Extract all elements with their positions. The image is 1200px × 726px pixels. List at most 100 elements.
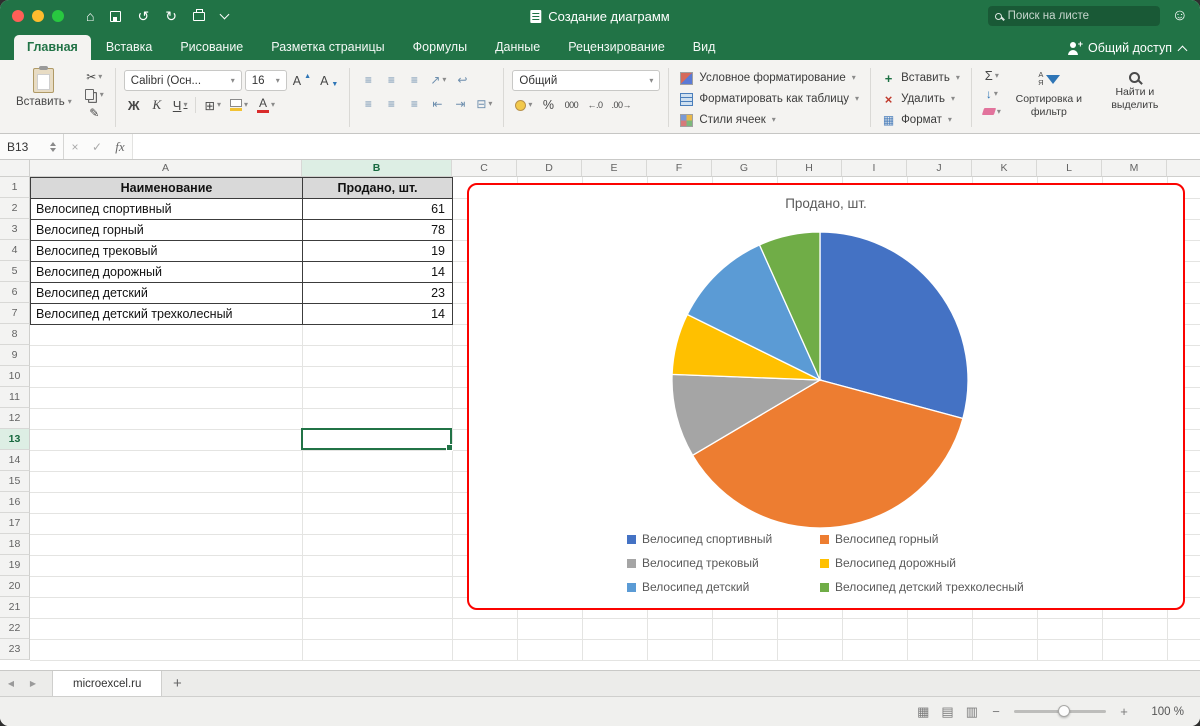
row-header[interactable]: 3 [0,219,30,240]
share-button[interactable]: + Общий доступ [1066,41,1186,60]
legend-item[interactable]: Велосипед детский [627,580,749,594]
bold-button[interactable]: Ж [124,95,144,115]
wrap-text-button[interactable]: ↩ [452,70,472,90]
find-select-button[interactable]: Найти и выделить [1094,66,1176,113]
column-header[interactable]: K [972,160,1037,177]
ribbon-tab[interactable]: Рецензирование [555,35,678,60]
toolbar-options-chevron-icon[interactable] [221,14,228,18]
row-header[interactable]: 10 [0,366,30,387]
legend-item[interactable]: Велосипед детский трехколесный [820,580,1024,594]
row-header[interactable]: 21 [0,597,30,618]
row-header[interactable]: 12 [0,408,30,429]
sheet-tab[interactable]: microexcel.ru [52,671,162,696]
grow-font-button[interactable]: А▲ [290,71,314,91]
close-button[interactable] [12,10,24,22]
fill-color-button[interactable]: ▾ [227,95,251,115]
copy-button[interactable]: ▾ [82,86,107,103]
column-header[interactable]: G [712,160,777,177]
ribbon-tab[interactable]: Формулы [400,35,480,60]
legend-item[interactable]: Велосипед дорожный [820,556,956,570]
column-header[interactable]: F [647,160,712,177]
table-cell-name[interactable]: Велосипед детский трехколесный [31,304,303,325]
table-cell-qty[interactable]: 14 [303,304,453,325]
row-header[interactable]: 5 [0,261,30,282]
insert-cells-button[interactable]: + Вставить▾ [879,69,963,87]
cut-button[interactable]: ✂▾ [82,68,107,85]
font-name-select[interactable]: Calibri (Осн...▾ [124,70,242,91]
active-cell-selection[interactable] [301,428,452,450]
align-right-button[interactable]: ≡ [404,94,424,114]
row-header[interactable]: 17 [0,513,30,534]
table-cell-name[interactable]: Велосипед горный [31,220,303,241]
page-layout-view-icon[interactable]: ▤ [941,704,953,720]
confirm-entry-icon[interactable]: ✓ [86,140,108,154]
print-icon[interactable] [193,12,205,21]
column-header[interactable]: E [582,160,647,177]
paste-button[interactable]: Вставить▾ [12,66,76,110]
increase-decimal-button[interactable]: ←.0 [584,95,605,115]
borders-button[interactable]: ⊞▾ [201,95,224,115]
table-cell-name[interactable]: Велосипед дорожный [31,262,303,283]
row-header[interactable]: 16 [0,492,30,513]
merge-center-button[interactable]: ⊟▾ [473,94,495,114]
table-cell-qty[interactable]: 61 [303,199,453,220]
home-icon[interactable]: ⌂ [86,9,94,23]
align-top-button[interactable]: ≡ [358,70,378,90]
feedback-smiley-icon[interactable]: ☺ [1172,7,1188,25]
align-bottom-button[interactable]: ≡ [404,70,424,90]
sheet-nav-right-icon[interactable]: ▶ [22,671,44,696]
increase-indent-button[interactable]: ⇥ [450,94,470,114]
row-header[interactable]: 15 [0,471,30,492]
cell-styles-button[interactable]: Стили ячеек▾ [677,111,862,129]
add-sheet-button[interactable]: + [162,671,192,696]
column-header[interactable]: M [1102,160,1167,177]
accounting-format-button[interactable]: ▾ [512,95,535,115]
table-header-cell[interactable]: Продано, шт. [303,178,453,199]
thousands-format-button[interactable]: 000 [561,95,581,115]
table-cell-name[interactable]: Велосипед трековый [31,241,303,262]
legend-item[interactable]: Велосипед спортивный [627,532,772,546]
column-header[interactable]: J [907,160,972,177]
cancel-entry-icon[interactable]: × [64,140,86,154]
italic-button[interactable]: К [147,95,167,115]
table-cell-name[interactable]: Велосипед детский [31,283,303,304]
column-header[interactable]: H [777,160,842,177]
spreadsheet-grid[interactable]: ABCDEFGHIJKLM 12345678910111213141516171… [0,160,1200,670]
save-icon[interactable] [110,11,121,22]
ribbon-tab[interactable]: Разметка страницы [258,35,397,60]
zoom-in-icon[interactable]: + [1118,704,1130,719]
sheet-nav-left-icon[interactable]: ◀ [0,671,22,696]
ribbon-tab[interactable]: Вид [680,35,729,60]
row-header[interactable]: 18 [0,534,30,555]
page-break-view-icon[interactable]: ▥ [966,704,978,720]
search-box[interactable] [988,6,1160,26]
normal-view-icon[interactable]: ▦ [917,704,929,720]
row-header[interactable]: 11 [0,387,30,408]
formula-input[interactable] [132,134,1200,159]
column-header[interactable]: L [1037,160,1102,177]
ribbon-tab[interactable]: Главная [14,35,91,60]
minimize-button[interactable] [32,10,44,22]
table-cell-qty[interactable]: 14 [303,262,453,283]
row-header[interactable]: 23 [0,639,30,660]
ribbon-tab[interactable]: Вставка [93,35,165,60]
row-header[interactable]: 4 [0,240,30,261]
table-header-cell[interactable]: Наименование [31,178,303,199]
sort-filter-button[interactable]: АЯ Сортировка и фильтр [1008,66,1090,120]
format-painter-button[interactable]: ✎ [82,104,107,121]
decrease-decimal-button[interactable]: .00→ [608,95,634,115]
column-header[interactable]: I [842,160,907,177]
name-box[interactable]: B13 [0,134,64,159]
row-header[interactable]: 6 [0,282,30,303]
row-header[interactable]: 7 [0,303,30,324]
row-header[interactable]: 19 [0,555,30,576]
row-header[interactable]: 13 [0,429,30,450]
column-header[interactable]: C [452,160,517,177]
conditional-formatting-button[interactable]: Условное форматирование▾ [677,69,862,87]
column-header[interactable]: B [302,160,452,177]
decrease-indent-button[interactable]: ⇤ [427,94,447,114]
undo-icon[interactable]: ↺ [137,9,149,23]
legend-item[interactable]: Велосипед трековый [627,556,759,570]
column-header[interactable]: D [517,160,582,177]
ribbon-tab[interactable]: Рисование [167,35,256,60]
